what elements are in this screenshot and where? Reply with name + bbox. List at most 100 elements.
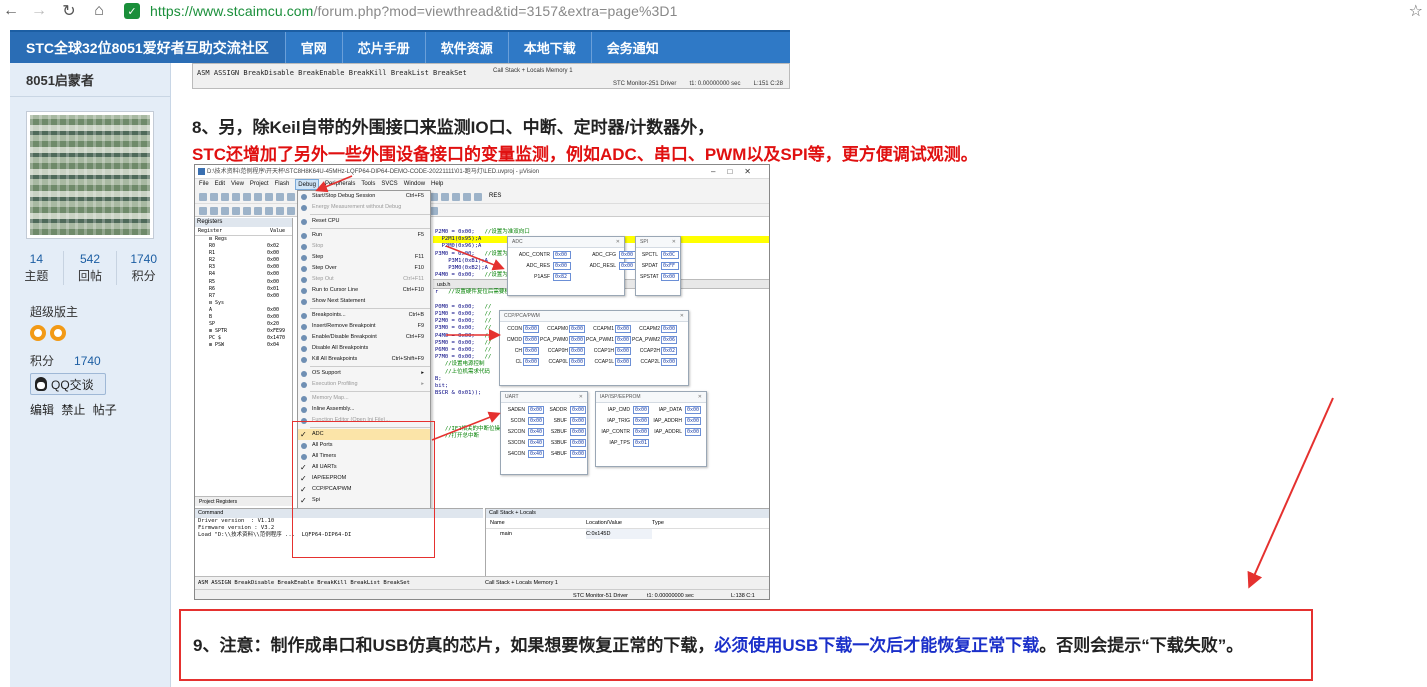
forward-icon[interactable]: → xyxy=(28,2,50,20)
action-ban-link[interactable]: 禁止 xyxy=(61,403,85,417)
toolbar-button-icon[interactable] xyxy=(243,193,251,201)
debug-menu-item[interactable]: Reset CPU xyxy=(298,216,430,227)
back-icon[interactable]: ← xyxy=(0,2,22,20)
author-rank[interactable]: 超级版主 xyxy=(30,303,78,320)
toolbar-button-icon[interactable] xyxy=(254,193,262,201)
close-icon[interactable]: ✕ xyxy=(616,237,620,248)
ide-menu-project[interactable]: Project xyxy=(250,179,269,190)
register-value-field[interactable]: 0x00 xyxy=(528,406,544,414)
register-value-field[interactable]: 0x00 xyxy=(528,417,544,425)
debug-menu-item[interactable]: Energy Measurement without Debug xyxy=(298,202,430,213)
register-row[interactable]: R6 0x01 xyxy=(195,286,292,293)
register-row[interactable]: A 0x00 xyxy=(195,307,292,314)
register-value-field[interactable]: 0x06 xyxy=(661,336,677,344)
debug-menu-item[interactable]: Enable/Disable Breakpoint Ctrl+F9 xyxy=(298,332,430,343)
ide-menu-window[interactable]: Window xyxy=(404,179,425,190)
debug-menu-item[interactable]: OS Support ▸ xyxy=(298,368,430,379)
toolbar-button-icon[interactable] xyxy=(276,207,284,215)
ide-menu-debug[interactable]: Debug xyxy=(295,179,319,190)
ide-menu-edit[interactable]: Edit xyxy=(215,179,225,190)
register-value-field[interactable]: 0x00 xyxy=(633,417,649,425)
debug-menu-item[interactable]: Step Out Ctrl+F11 xyxy=(298,274,430,285)
nav-item-software[interactable]: 软件资源 xyxy=(424,32,508,63)
action-posts-link[interactable]: 帖子 xyxy=(93,403,117,417)
debug-menu-item[interactable]: Step Over F10 xyxy=(298,263,430,274)
ide-menu-help[interactable]: Help xyxy=(431,179,443,190)
stat-threads[interactable]: 14 主题 xyxy=(10,251,63,285)
toolbar-button-icon[interactable] xyxy=(221,207,229,215)
callstack-row[interactable]: main C:0x145D xyxy=(486,529,769,539)
toolbar-button-icon[interactable] xyxy=(265,193,273,201)
register-value-field[interactable]: 0x00 xyxy=(570,406,586,414)
ide-menu-peripherals[interactable]: Peripherals xyxy=(325,179,355,190)
debug-menu-item[interactable]: Run F5 xyxy=(298,230,430,241)
nav-item-datasheet[interactable]: 芯片手册 xyxy=(341,32,425,63)
register-value-field[interactable]: 0x40 xyxy=(528,428,544,436)
register-value-field[interactable]: 0x00 xyxy=(523,358,539,366)
ide-menu-tools[interactable]: Tools xyxy=(361,179,375,190)
toolbar-button-icon[interactable] xyxy=(243,207,251,215)
register-value-field[interactable]: 0x01 xyxy=(633,439,649,447)
forum-brand-link[interactable]: STC全球32位8051爱好者互助交流社区 xyxy=(10,32,285,63)
register-value-field[interactable]: 0x00 xyxy=(685,417,701,425)
register-value-field[interactable]: 0x00 xyxy=(570,439,586,447)
ide-menu-file[interactable]: File xyxy=(199,179,209,190)
nav-item-official[interactable]: 官网 xyxy=(284,32,342,63)
register-row[interactable]: ⊟ Regs xyxy=(195,236,292,243)
register-value-field[interactable]: 0x00 xyxy=(685,428,701,436)
toolbar-button-icon[interactable] xyxy=(463,193,471,201)
register-value-field[interactable]: 0x00 xyxy=(569,336,585,344)
address-bar[interactable]: https://www.stcaimcu.com/forum.php?mod=v… xyxy=(150,3,678,19)
debug-menu-item[interactable]: Memory Map... xyxy=(298,393,430,404)
toolbar-button-icon[interactable] xyxy=(210,193,218,201)
bookmark-star-icon[interactable]: ☆ xyxy=(1409,1,1423,21)
toolbar-button-icon[interactable] xyxy=(232,193,240,201)
register-row[interactable]: R7 0x00 xyxy=(195,293,292,300)
stat-points[interactable]: 1740 积分 xyxy=(116,251,170,285)
toolbar-button-icon[interactable] xyxy=(199,207,207,215)
secure-shield-icon[interactable]: ✓ xyxy=(124,3,140,19)
register-value-field[interactable]: 0x00 xyxy=(615,358,631,366)
register-row[interactable]: R2 0x00 xyxy=(195,257,292,264)
close-icon[interactable]: ✕ xyxy=(579,392,583,403)
toolbar-button-icon[interactable] xyxy=(210,207,218,215)
debug-menu-item[interactable]: Disable All Breakpoints xyxy=(298,343,430,354)
author-name[interactable]: 8051启蒙者 xyxy=(10,63,170,97)
nav-item-notice[interactable]: 会务通知 xyxy=(590,32,674,63)
toolbar-button-icon[interactable] xyxy=(287,193,295,201)
toolbar-button-icon[interactable] xyxy=(199,193,207,201)
toolbar-button-icon[interactable] xyxy=(430,207,438,215)
toolbar-button-icon[interactable] xyxy=(430,193,438,201)
stat-replies[interactable]: 542 回帖 xyxy=(62,251,117,285)
register-value-field[interactable]: 0x00 xyxy=(569,325,585,333)
toolbar-button-icon[interactable] xyxy=(276,193,284,201)
register-value-field[interactable]: 0x00 xyxy=(570,450,586,458)
toolbar-button-icon[interactable] xyxy=(452,193,460,201)
register-value-field[interactable]: 0x00 xyxy=(570,428,586,436)
debug-menu-item[interactable]: Breakpoints... Ctrl+B xyxy=(298,310,430,321)
toolbar-button-icon[interactable] xyxy=(474,193,482,201)
target-select[interactable]: RES xyxy=(489,193,501,201)
register-value-field[interactable]: 0x00 xyxy=(523,347,539,355)
register-value-field[interactable]: 0x82 xyxy=(553,273,571,281)
register-value-field[interactable]: 0x00 xyxy=(633,428,649,436)
register-value-field[interactable]: 0x00 xyxy=(570,417,586,425)
register-value-field[interactable]: 0x00 xyxy=(685,406,701,414)
avatar[interactable] xyxy=(26,111,154,239)
nav-item-download[interactable]: 本地下载 xyxy=(507,32,591,63)
register-value-field[interactable]: 0x00 xyxy=(523,336,539,344)
action-edit-link[interactable]: 编辑 xyxy=(30,403,54,417)
debug-menu-item[interactable]: Run to Cursor Line Ctrl+F10 xyxy=(298,285,430,296)
ide-menu-view[interactable]: View xyxy=(231,179,244,190)
registers-tabs[interactable]: Project Registers xyxy=(195,496,292,506)
toolbar-button-icon[interactable] xyxy=(265,207,273,215)
debug-menu-item[interactable]: Kill All Breakpoints Ctrl+Shift+F9 xyxy=(298,354,430,365)
debug-menu-item[interactable]: Execution Profiling ▸ xyxy=(298,379,430,390)
toolbar-button-icon[interactable] xyxy=(287,207,295,215)
debug-menu-item[interactable]: Show Next Statement xyxy=(298,296,430,307)
register-value-field[interactable]: 0x40 xyxy=(528,450,544,458)
register-value-field[interactable]: 0x00 xyxy=(553,251,571,259)
register-row[interactable]: R4 0x00 xyxy=(195,271,292,278)
ide-menu-svcs[interactable]: SVCS xyxy=(381,179,397,190)
debug-menu-item[interactable]: Inline Assembly... xyxy=(298,404,430,415)
